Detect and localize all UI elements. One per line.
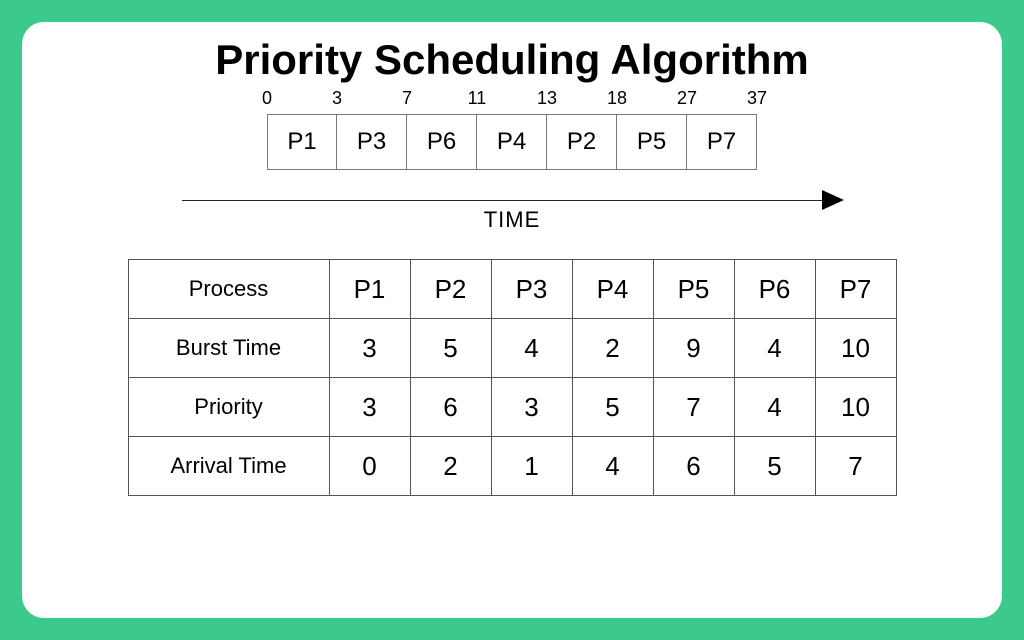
table-row: Process P1 P2 P3 P4 P5 P6 P7	[128, 260, 896, 319]
time-axis-line	[182, 200, 842, 201]
page-title: Priority Scheduling Algorithm	[215, 36, 808, 84]
gantt-tick: 0	[262, 88, 272, 109]
table-row: Arrival Time 0 2 1 4 6 5 7	[128, 437, 896, 496]
time-axis: TIME	[182, 200, 842, 233]
gantt-tick: 7	[402, 88, 412, 109]
table-cell: P2	[410, 260, 491, 319]
gantt-tick: 37	[747, 88, 767, 109]
table-cell: P4	[572, 260, 653, 319]
table-cell: 5	[734, 437, 815, 496]
gantt-cell: P6	[407, 114, 477, 170]
table-cell: 6	[653, 437, 734, 496]
table-cell: 4	[572, 437, 653, 496]
table-cell: 4	[734, 319, 815, 378]
table-cell: 1	[491, 437, 572, 496]
row-header: Process	[128, 260, 329, 319]
table-cell: 9	[653, 319, 734, 378]
arrow-right-icon	[822, 190, 844, 215]
table-row: Burst Time 3 5 4 2 9 4 10	[128, 319, 896, 378]
table-cell: P6	[734, 260, 815, 319]
gantt-cell: P5	[617, 114, 687, 170]
gantt-tick: 3	[332, 88, 342, 109]
table-cell: P3	[491, 260, 572, 319]
table-cell: 7	[653, 378, 734, 437]
table-cell: 3	[491, 378, 572, 437]
table-row: Priority 3 6 3 5 7 4 10	[128, 378, 896, 437]
gantt-cell: P1	[267, 114, 337, 170]
table-cell: 3	[329, 378, 410, 437]
table-cell: 5	[410, 319, 491, 378]
table-cell: 6	[410, 378, 491, 437]
gantt-tick: 11	[468, 88, 487, 109]
table-cell: 10	[815, 319, 896, 378]
table-cell: 4	[491, 319, 572, 378]
table-cell: 2	[572, 319, 653, 378]
gantt-cell: P3	[337, 114, 407, 170]
table-cell: 10	[815, 378, 896, 437]
time-axis-label: TIME	[182, 207, 842, 233]
row-header: Burst Time	[128, 319, 329, 378]
gantt-cell: P7	[687, 114, 757, 170]
row-header: Priority	[128, 378, 329, 437]
gantt-tick: 13	[537, 88, 557, 109]
process-table: Process P1 P2 P3 P4 P5 P6 P7 Burst Time …	[128, 259, 897, 496]
table-cell: 7	[815, 437, 896, 496]
table-cell: P5	[653, 260, 734, 319]
gantt-ticks: 0 3 7 11 13 18 27 37	[267, 88, 757, 108]
gantt-row: P1 P3 P6 P4 P2 P5 P7	[267, 114, 757, 170]
table-cell: P1	[329, 260, 410, 319]
content-card: Priority Scheduling Algorithm 0 3 7 11 1…	[22, 22, 1002, 618]
gantt-tick: 18	[607, 88, 627, 109]
row-header: Arrival Time	[128, 437, 329, 496]
table-cell: 0	[329, 437, 410, 496]
gantt-cell: P2	[547, 114, 617, 170]
table-cell: 5	[572, 378, 653, 437]
table-cell: 3	[329, 319, 410, 378]
table-cell: P7	[815, 260, 896, 319]
outer-frame: Priority Scheduling Algorithm 0 3 7 11 1…	[0, 0, 1024, 640]
gantt-chart: 0 3 7 11 13 18 27 37 P1 P3 P6 P4 P2 P5 P…	[267, 114, 757, 170]
table-cell: 4	[734, 378, 815, 437]
gantt-cell: P4	[477, 114, 547, 170]
gantt-tick: 27	[677, 88, 697, 109]
table-cell: 2	[410, 437, 491, 496]
